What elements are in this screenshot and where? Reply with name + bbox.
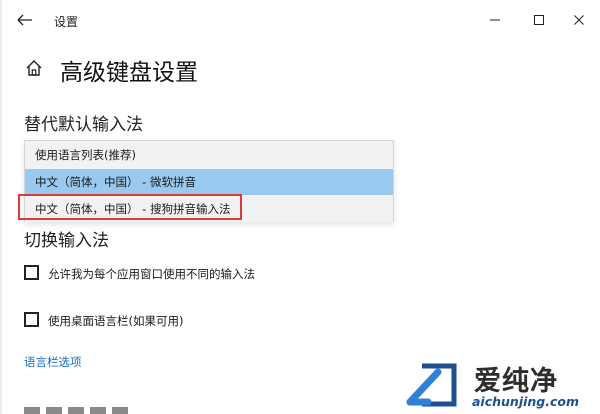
close-button[interactable] [566, 8, 592, 32]
maximize-icon [534, 15, 544, 25]
dropdown-option-microsoft-pinyin[interactable]: 中文（简体，中国） - 微软拼音 [25, 169, 393, 195]
watermark-url-text: aichunjing.com [472, 394, 580, 409]
language-bar-options-link[interactable]: 语言栏选项 [24, 354, 82, 370]
desktop-language-bar-checkbox[interactable] [24, 312, 39, 327]
page-title: 高级键盘设置 [60, 60, 198, 86]
title-bar: 设置 [0, 0, 600, 40]
cut-off-heading [24, 400, 134, 414]
back-arrow-icon [17, 14, 32, 26]
per-app-input-label: 允许我为每个应用窗口使用不同的输入法 [48, 267, 255, 281]
desktop-language-bar-checkbox-row[interactable]: 使用桌面语言栏(如果可用) [24, 312, 264, 332]
watermark-logo-icon [406, 363, 457, 407]
cut-off-text-fragment [24, 407, 128, 414]
per-app-input-checkbox-row[interactable]: 允许我为每个应用窗口使用不同的输入法 [24, 265, 344, 285]
minimize-button[interactable] [482, 8, 508, 32]
per-app-input-checkbox[interactable] [24, 265, 39, 280]
minimize-icon [490, 19, 500, 21]
window-title: 设置 [54, 15, 79, 29]
settings-window: 设置 高级键盘设置 替代默认输入法 使用语言列表(推荐) 中文（简体，中国） -… [0, 0, 600, 414]
window-left-edge [0, 0, 2, 414]
default-input-dropdown-list[interactable]: 使用语言列表(推荐) 中文（简体，中国） - 微软拼音 中文（简体，中国） - … [24, 140, 394, 222]
dropdown-option-language-list[interactable]: 使用语言列表(推荐) [25, 142, 393, 168]
maximize-button[interactable] [526, 8, 552, 32]
home-icon[interactable] [24, 58, 44, 78]
watermark: 爱纯净 aichunjing.com [398, 356, 600, 414]
default-input-heading: 替代默认输入法 [24, 115, 143, 135]
back-button[interactable] [14, 10, 36, 30]
switch-input-heading: 切换输入法 [24, 231, 109, 251]
watermark-brand-text: 爱纯净 [474, 366, 558, 397]
dropdown-option-sogou-pinyin[interactable]: 中文（简体，中国） - 搜狗拼音输入法 [25, 196, 393, 222]
desktop-language-bar-label: 使用桌面语言栏(如果可用) [48, 314, 184, 328]
close-icon [574, 15, 584, 25]
